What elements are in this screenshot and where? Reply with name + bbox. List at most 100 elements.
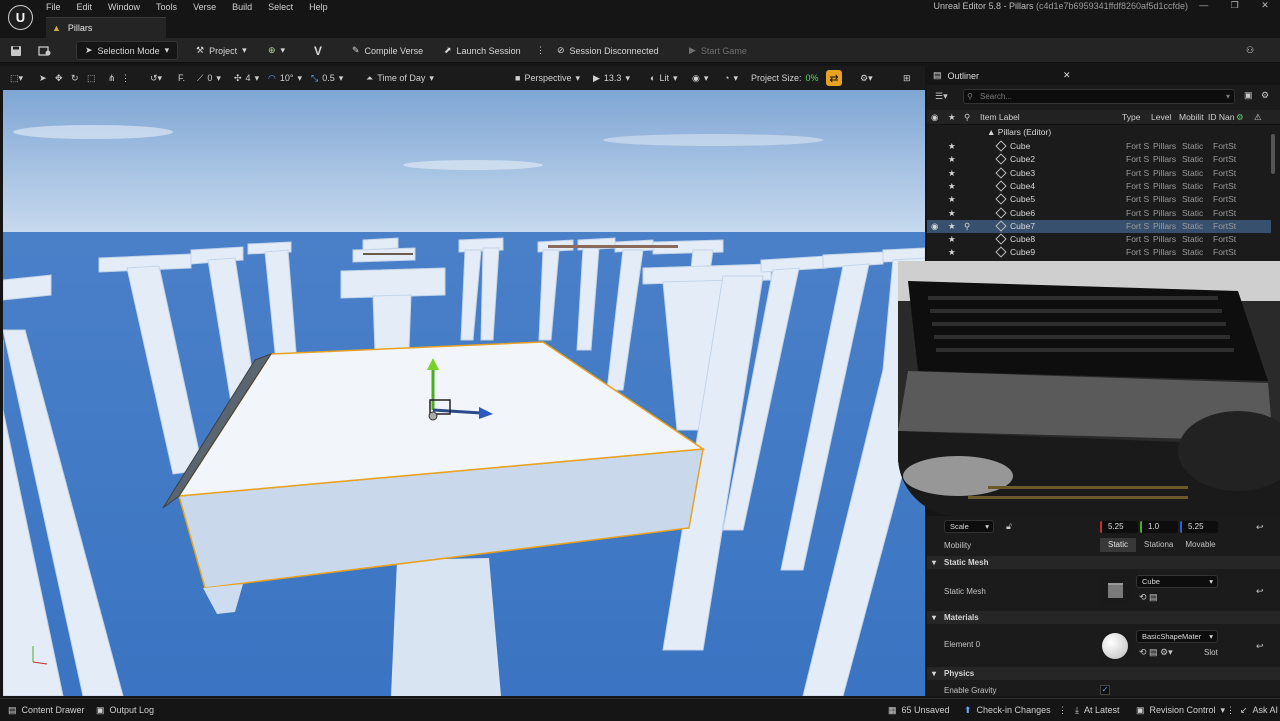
static-mesh-section[interactable]: ▾ Static Mesh <box>927 556 1280 569</box>
performance-button[interactable]: ◔ ▾ <box>724 66 738 90</box>
outliner-row[interactable]: ★ Cube5 Fort S Pillars Static FortSt <box>927 193 1271 206</box>
lock-icon[interactable]: 🔓︎ <box>1006 521 1012 532</box>
content-drawer-button[interactable]: ▤ Content Drawer <box>8 699 85 721</box>
show-flags-button[interactable]: ◉ ▾ <box>692 66 708 90</box>
static-mesh-select[interactable]: Cube ▾ <box>1136 575 1218 588</box>
scale-tool-icon[interactable]: ⬚ <box>87 66 96 90</box>
visibility-eye-icon[interactable]: ◉ <box>931 221 938 232</box>
menu-window[interactable]: Window <box>100 0 148 15</box>
realtime-toggle[interactable]: ⇄ <box>826 66 842 90</box>
outliner-row[interactable]: ★ Cube2 Fort S Pillars Static FortSt <box>927 153 1271 166</box>
browse-asset-icon[interactable]: ⟲ ▤ <box>1139 592 1158 603</box>
col-mobility[interactable]: Mobilit <box>1179 112 1204 122</box>
outliner-search-input[interactable]: ⚲ Search... ▾ <box>963 89 1235 104</box>
menu-verse[interactable]: Verse <box>185 0 224 15</box>
filter-icon[interactable]: ☰▾ <box>935 91 948 102</box>
mobility-static[interactable]: Static <box>1100 538 1137 552</box>
star-icon[interactable]: ★ <box>948 234 956 245</box>
maximize-icon[interactable]: ❐ <box>1231 0 1239 15</box>
viewport-scene[interactable] <box>3 90 925 696</box>
scale-mode-select[interactable]: Scale ▾ <box>944 520 994 533</box>
settings-users-icon[interactable]: ⚇ <box>1246 38 1254 63</box>
more-options-icon[interactable]: ⋮ <box>536 38 545 63</box>
scale-y-input[interactable]: 1.0 <box>1140 521 1178 533</box>
viewport-layout-icon[interactable]: ⊞ <box>903 66 911 90</box>
star-icon[interactable]: ★ <box>948 194 956 205</box>
camera-speed-button[interactable]: ▶ 13.3 ▾ <box>593 66 630 90</box>
star-icon[interactable]: ★ <box>948 168 956 179</box>
outliner-scrollbar[interactable] <box>1271 134 1275 174</box>
pin-icon[interactable]: ⚲ <box>964 221 970 232</box>
materials-section[interactable]: ▾ Materials <box>927 611 1280 624</box>
outliner-row[interactable]: ★ Cube3 Fort S Pillars Static FortSt <box>927 166 1271 180</box>
transform-menu-icon[interactable]: ⬚▾ <box>10 66 23 90</box>
menu-tools[interactable]: Tools <box>148 0 185 15</box>
static-mesh-thumbnail[interactable] <box>1100 576 1130 606</box>
outliner-row[interactable]: ◉ ⚲ ★ Cube7 Fort S Pillars Static FortSt <box>927 219 1271 233</box>
scale-snap-button[interactable]: ⤡ 0.5 ▾ <box>311 66 343 90</box>
revision-control-button[interactable]: ▣ Revision Control ▾ <box>1136 699 1225 721</box>
menu-file[interactable]: File <box>38 0 69 15</box>
selection-mode-button[interactable]: ➤ Selection Mode ▾ <box>76 38 179 63</box>
col-level[interactable]: Level <box>1151 112 1171 122</box>
minimize-icon[interactable]: — <box>1199 0 1208 15</box>
reset-material-icon[interactable]: ↩ <box>1256 641 1264 652</box>
outliner-row[interactable]: ★ Cube4 Fort S Pillars Static FortSt <box>927 180 1271 193</box>
session-status[interactable]: ⊘ Session Disconnected <box>557 38 659 63</box>
viewport-settings-icon[interactable]: ⚙▾ <box>860 66 873 90</box>
at-latest-status[interactable]: ⤓ At Latest <box>1075 699 1120 721</box>
scale-z-input[interactable]: 5.25 <box>1180 521 1218 533</box>
viewport-more-icon[interactable]: ⋮ <box>121 66 130 90</box>
add-column-icon[interactable]: ⚙ <box>1236 112 1244 123</box>
lock-col-icon[interactable]: ⚲ <box>964 112 970 123</box>
verse-icon[interactable]: V <box>314 38 322 63</box>
mobility-stationary[interactable]: Stationa <box>1136 538 1181 552</box>
star-icon[interactable]: ★ <box>948 221 956 232</box>
close-window-icon[interactable]: ✕ <box>1261 0 1269 15</box>
outliner-root[interactable]: ▲ Pillars (Editor) <box>987 127 1051 137</box>
output-log-button[interactable]: ▣ Output Log <box>96 699 154 721</box>
menu-edit[interactable]: Edit <box>69 0 101 15</box>
content-browser-icon[interactable] <box>38 38 52 63</box>
status-more-icon[interactable]: ⋮ <box>1058 699 1067 721</box>
launch-session-button[interactable]: ⬈ Launch Session <box>444 38 521 63</box>
project-button[interactable]: ⚒ Project ▾ <box>196 38 247 63</box>
location-snap-button[interactable]: ⟋ 0 ▾ <box>197 66 221 90</box>
compile-verse-button[interactable]: ✎ Compile Verse <box>352 38 423 63</box>
menu-help[interactable]: Help <box>301 0 336 15</box>
reset-mesh-icon[interactable]: ↩ <box>1256 586 1264 597</box>
translate-tool-icon[interactable]: ✥ <box>55 66 63 90</box>
level-tab[interactable]: ▲ Pillars <box>46 17 166 38</box>
time-of-day-button[interactable]: ⏶ Time of Day ▾ <box>366 66 434 90</box>
scale-x-input[interactable]: 5.25 <box>1100 521 1138 533</box>
material-browse-icon[interactable]: ⟲ ▤ ⚙▾ <box>1139 647 1173 658</box>
status-more-icon-2[interactable]: ⋮ <box>1226 699 1235 721</box>
menu-select[interactable]: Select <box>260 0 301 15</box>
outliner-tab[interactable]: ▤ Outliner ✕ <box>927 66 1280 85</box>
outliner-row[interactable]: ★ Cube Fort S Pillars Static FortSt <box>927 140 1271 153</box>
rotate-tool-icon[interactable]: ↻ <box>71 66 79 90</box>
add-folder-icon[interactable]: ▣ <box>1244 90 1253 101</box>
reset-scale-icon[interactable]: ↩ <box>1256 522 1264 533</box>
angle-snap-button[interactable]: ◠ 10° ▾ <box>268 66 302 90</box>
mobility-movable[interactable]: Movable <box>1181 538 1219 552</box>
outliner-row[interactable]: ★ Cube8 Fort S Pillars Static FortSt <box>927 233 1271 246</box>
unreal-logo-icon[interactable]: U <box>8 5 33 30</box>
transform-options-icon[interactable]: ⋔ <box>108 66 116 90</box>
col-item-label[interactable]: Item Label <box>980 112 1020 122</box>
star-icon[interactable]: ★ <box>948 141 956 152</box>
checkin-button[interactable]: ⬆ Check-in Changes <box>964 699 1051 721</box>
unsaved-button[interactable]: ▦ 65 Unsaved <box>888 699 950 721</box>
pin-col-icon[interactable]: ★ <box>948 112 956 123</box>
start-game-button[interactable]: ▶ Start Game <box>689 38 747 63</box>
col-type[interactable]: Type <box>1122 112 1140 122</box>
visibility-col-icon[interactable]: ◉ <box>931 112 938 123</box>
view-mode-button[interactable]: ◐ Lit ▾ <box>650 66 677 90</box>
material-thumbnail[interactable] <box>1100 631 1130 661</box>
outliner-row[interactable]: ★ Cube9 Fort S Pillars Static FortSt <box>927 246 1271 259</box>
surface-snap-icon[interactable]: F. <box>178 66 185 90</box>
col-id-name[interactable]: ID Nan <box>1208 112 1234 122</box>
level-viewport[interactable] <box>3 90 925 696</box>
save-icon[interactable] <box>10 38 22 63</box>
select-tool-icon[interactable]: ➤ <box>39 66 47 90</box>
